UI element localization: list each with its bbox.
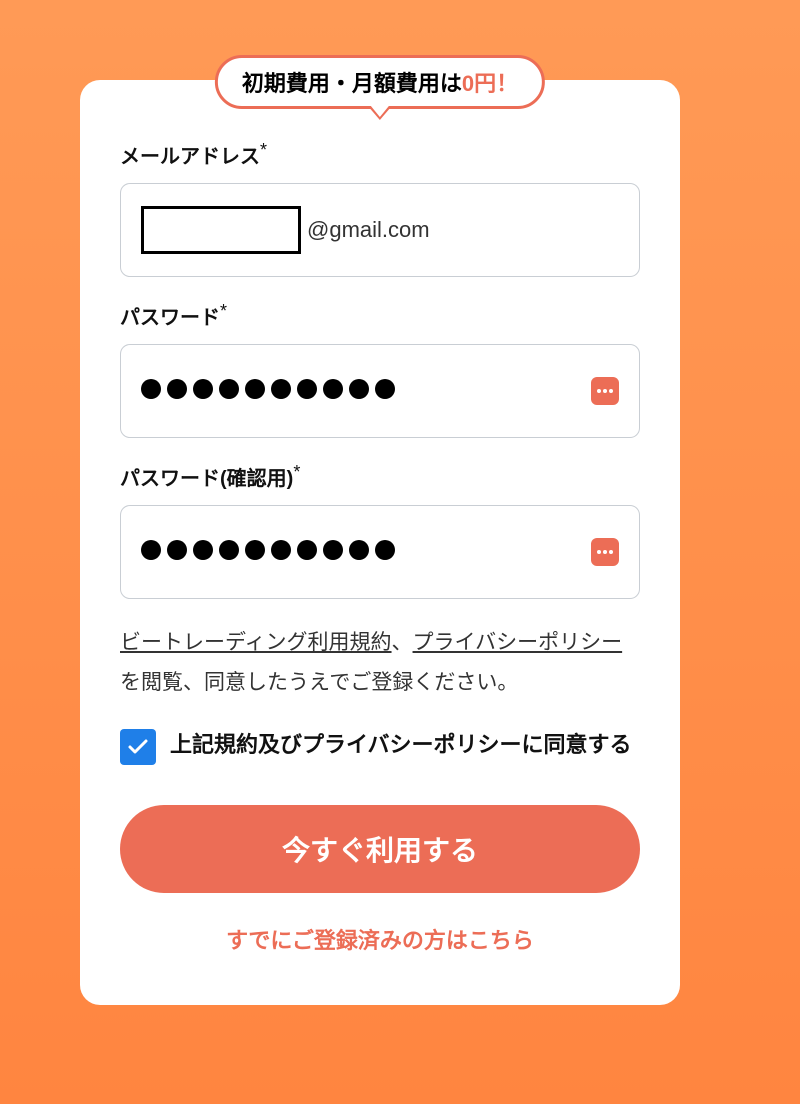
password-input[interactable] [120, 344, 640, 438]
terms-sep: 、 [392, 631, 413, 654]
required-mark: * [293, 462, 300, 482]
badge-arrow-icon [368, 106, 392, 120]
badge-suffix: ！ [496, 66, 518, 98]
email-label: メールアドレス* [120, 140, 640, 169]
password-manager-icon[interactable] [591, 377, 619, 405]
badge-accent: 0円 [462, 66, 496, 98]
password-confirm-input[interactable] [120, 505, 640, 599]
terms-tail: を閲覧、同意したうえでご登録ください。 [120, 671, 518, 694]
required-mark: * [220, 301, 227, 321]
consent-row: 上記規約及びプライバシーポリシーに同意する [120, 727, 640, 765]
email-group: メールアドレス* @gmail.com [120, 140, 640, 277]
email-local-input[interactable] [141, 206, 301, 254]
terms-link[interactable]: ビートレーディング利用規約 [120, 631, 392, 654]
badge-prefix: 初期費用・月額費用は [242, 66, 462, 98]
terms-text: ビートレーディング利用規約、プライバシーポリシーを閲覧、同意したうえでご登録くだ… [120, 623, 640, 703]
password-manager-icon[interactable] [591, 538, 619, 566]
password-confirm-mask [141, 540, 401, 565]
consent-label: 上記規約及びプライバシーポリシーに同意する [170, 727, 632, 762]
email-label-text: メールアドレス [120, 146, 260, 168]
password-confirm-group: パスワード(確認用)* [120, 462, 640, 599]
email-input-wrap[interactable]: @gmail.com [120, 183, 640, 277]
submit-button[interactable]: 今すぐ利用する [120, 805, 640, 893]
password-label-text: パスワード [120, 307, 220, 329]
promo-badge: 初期費用・月額費用は 0円 ！ [215, 55, 545, 109]
password-confirm-label: パスワード(確認用)* [120, 462, 640, 491]
signup-card: 初期費用・月額費用は 0円 ！ メールアドレス* @gmail.com パスワー… [80, 80, 680, 1005]
password-group: パスワード* [120, 301, 640, 438]
password-confirm-label-text: パスワード(確認用) [120, 468, 293, 490]
consent-checkbox[interactable] [120, 729, 156, 765]
password-label: パスワード* [120, 301, 640, 330]
check-icon [126, 735, 150, 759]
already-registered-link[interactable]: すでにご登録済みの方はこちら [120, 923, 640, 955]
password-mask [141, 379, 401, 404]
privacy-link[interactable]: プライバシーポリシー [413, 631, 623, 654]
required-mark: * [260, 140, 267, 160]
email-suffix: @gmail.com [307, 217, 430, 243]
